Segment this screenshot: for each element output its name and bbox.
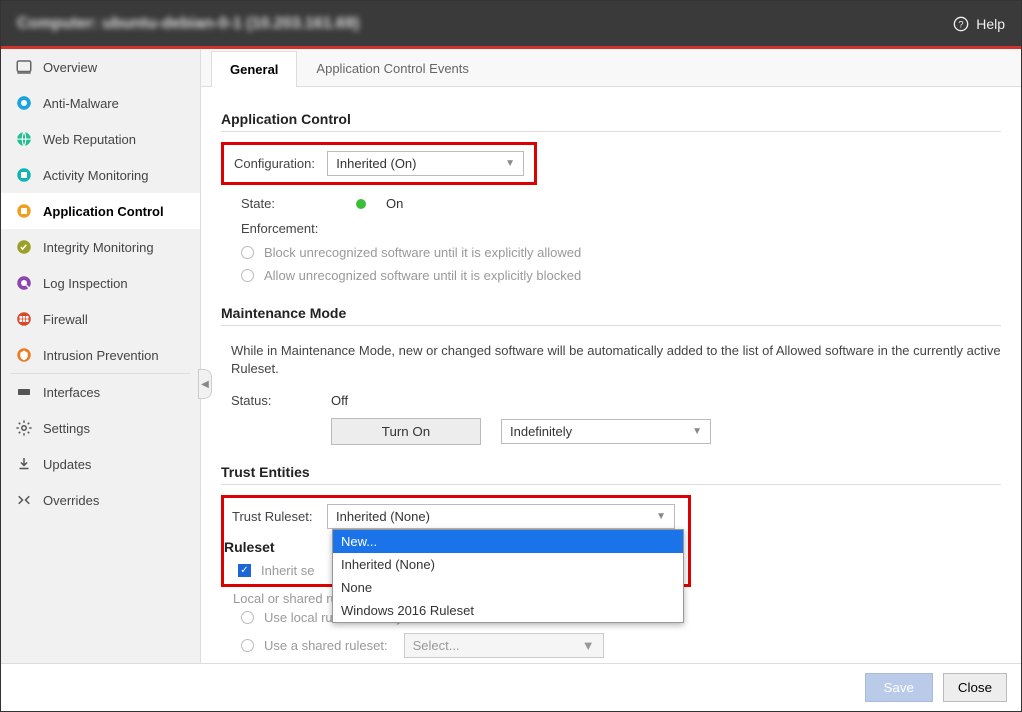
sidebar-item-intrusion-prevention[interactable]: Intrusion Prevention [1, 337, 200, 373]
sidebar-item-overview[interactable]: Overview [1, 49, 200, 85]
config-select[interactable]: Inherited (On) ▼ [327, 151, 524, 176]
section-application-control: Application Control [221, 111, 1001, 132]
dropdown-option[interactable]: Inherited (None) [333, 553, 683, 576]
radio-icon [241, 246, 254, 259]
save-button[interactable]: Save [865, 673, 933, 702]
anti-malware-icon [15, 94, 33, 112]
help-link[interactable]: Help [952, 15, 1005, 33]
sidebar-item-label: Anti-Malware [43, 96, 119, 111]
sidebar-item-label: Settings [43, 421, 90, 436]
radio-icon [241, 639, 254, 652]
sidebar-item-label: Interfaces [43, 385, 100, 400]
sidebar-item-label: Web Reputation [43, 132, 136, 147]
tab-panel-general: Application Control Configuration: Inher… [201, 87, 1021, 663]
config-value: Inherited (On) [336, 156, 416, 171]
interfaces-icon [15, 383, 33, 401]
inherit-checkbox[interactable]: ✓ [238, 564, 251, 577]
sidebar-item-interfaces[interactable]: Interfaces [1, 374, 200, 410]
sidebar-item-anti-malware[interactable]: Anti-Malware [1, 85, 200, 121]
radio-icon [241, 269, 254, 282]
sidebar-item-firewall[interactable]: Firewall [1, 301, 200, 337]
trust-ruleset-select[interactable]: Inherited (None) ▼ [327, 504, 675, 529]
trust-ruleset-dropdown: New...Inherited (None)NoneWindows 2016 R… [332, 529, 684, 623]
tabs: GeneralApplication Control Events [201, 49, 1021, 87]
state-value: On [386, 196, 403, 211]
footer: Save Close [1, 663, 1021, 711]
sidebar-item-label: Application Control [43, 204, 164, 219]
application-control-icon [15, 202, 33, 220]
config-label: Configuration: [234, 156, 327, 171]
sidebar-item-web-reputation[interactable]: Web Reputation [1, 121, 200, 157]
sidebar-item-label: Log Inspection [43, 276, 128, 291]
status-dot-icon [356, 199, 366, 209]
sidebar-item-updates[interactable]: Updates [1, 446, 200, 482]
sidebar-item-label: Integrity Monitoring [43, 240, 154, 255]
enforcement-radio-allow: Allow unrecognized software until it is … [221, 264, 1001, 287]
content-area: GeneralApplication Control Events Applic… [201, 49, 1021, 663]
sidebar-item-overrides[interactable]: Overrides [1, 482, 200, 518]
activity-monitoring-icon [15, 166, 33, 184]
inherit-label: Inherit se [261, 563, 314, 578]
sidebar-item-log-inspection[interactable]: Log Inspection [1, 265, 200, 301]
sidebar-item-application-control[interactable]: Application Control [1, 193, 200, 229]
sidebar-item-label: Updates [43, 457, 91, 472]
sidebar-item-label: Overrides [43, 493, 99, 508]
settings-icon [15, 419, 33, 437]
integrity-monitoring-icon [15, 238, 33, 256]
dropdown-arrow-icon: ▼ [582, 638, 595, 653]
tab-application-control-events[interactable]: Application Control Events [297, 50, 487, 86]
turn-on-button[interactable]: Turn On [331, 418, 481, 445]
dropdown-arrow-icon: ▼ [505, 158, 515, 169]
enforcement-radio-block: Block unrecognized software until it is … [221, 241, 1001, 264]
web-reputation-icon [15, 130, 33, 148]
close-button[interactable]: Close [943, 673, 1007, 702]
maintenance-duration-select[interactable]: Indefinitely ▼ [501, 419, 711, 444]
sidebar-item-label: Intrusion Prevention [43, 348, 159, 363]
sidebar-item-settings[interactable]: Settings [1, 410, 200, 446]
dropdown-option[interactable]: New... [333, 530, 683, 553]
firewall-icon [15, 310, 33, 328]
sidebar-item-integrity-monitoring[interactable]: Integrity Monitoring [1, 229, 200, 265]
overrides-icon [15, 491, 33, 509]
title-bar: Computer: ubuntu-debian-0-1 (10.203.161.… [1, 1, 1021, 49]
shared-ruleset-select: Select... ▼ [404, 633, 604, 658]
maintenance-status-label: Status: [231, 393, 331, 408]
ruleset-radio-shared: Use a shared ruleset: Select... ▼ [221, 629, 1001, 662]
state-label: State: [241, 196, 356, 211]
maintenance-desc: While in Maintenance Mode, new or change… [221, 336, 1001, 388]
tab-general[interactable]: General [211, 51, 297, 87]
dropdown-arrow-icon: ▼ [656, 511, 666, 522]
trust-ruleset-value: Inherited (None) [336, 509, 430, 524]
section-trust-entities: Trust Entities [221, 464, 1001, 485]
overview-icon [15, 58, 33, 76]
help-icon [952, 15, 970, 33]
sidebar-item-activity-monitoring[interactable]: Activity Monitoring [1, 157, 200, 193]
help-label: Help [976, 16, 1005, 32]
section-maintenance-mode: Maintenance Mode [221, 305, 1001, 326]
duration-value: Indefinitely [510, 424, 572, 439]
sidebar-item-label: Firewall [43, 312, 88, 327]
sidebar-item-label: Overview [43, 60, 97, 75]
dropdown-arrow-icon: ▼ [692, 426, 702, 437]
dropdown-option[interactable]: Windows 2016 Ruleset [333, 599, 683, 622]
dropdown-option[interactable]: None [333, 576, 683, 599]
sidebar: Overview Anti-Malware Web Reputation Activi… [1, 49, 201, 663]
log-inspection-icon [15, 274, 33, 292]
enforcement-label: Enforcement: [241, 221, 356, 236]
window-title: Computer: ubuntu-debian-0-1 (10.203.161.… [17, 15, 952, 33]
updates-icon [15, 455, 33, 473]
sidebar-item-label: Activity Monitoring [43, 168, 148, 183]
trust-ruleset-label: Trust Ruleset: [232, 509, 327, 524]
intrusion-prevention-icon [15, 346, 33, 364]
maintenance-status-value: Off [331, 393, 348, 408]
radio-icon [241, 611, 254, 624]
